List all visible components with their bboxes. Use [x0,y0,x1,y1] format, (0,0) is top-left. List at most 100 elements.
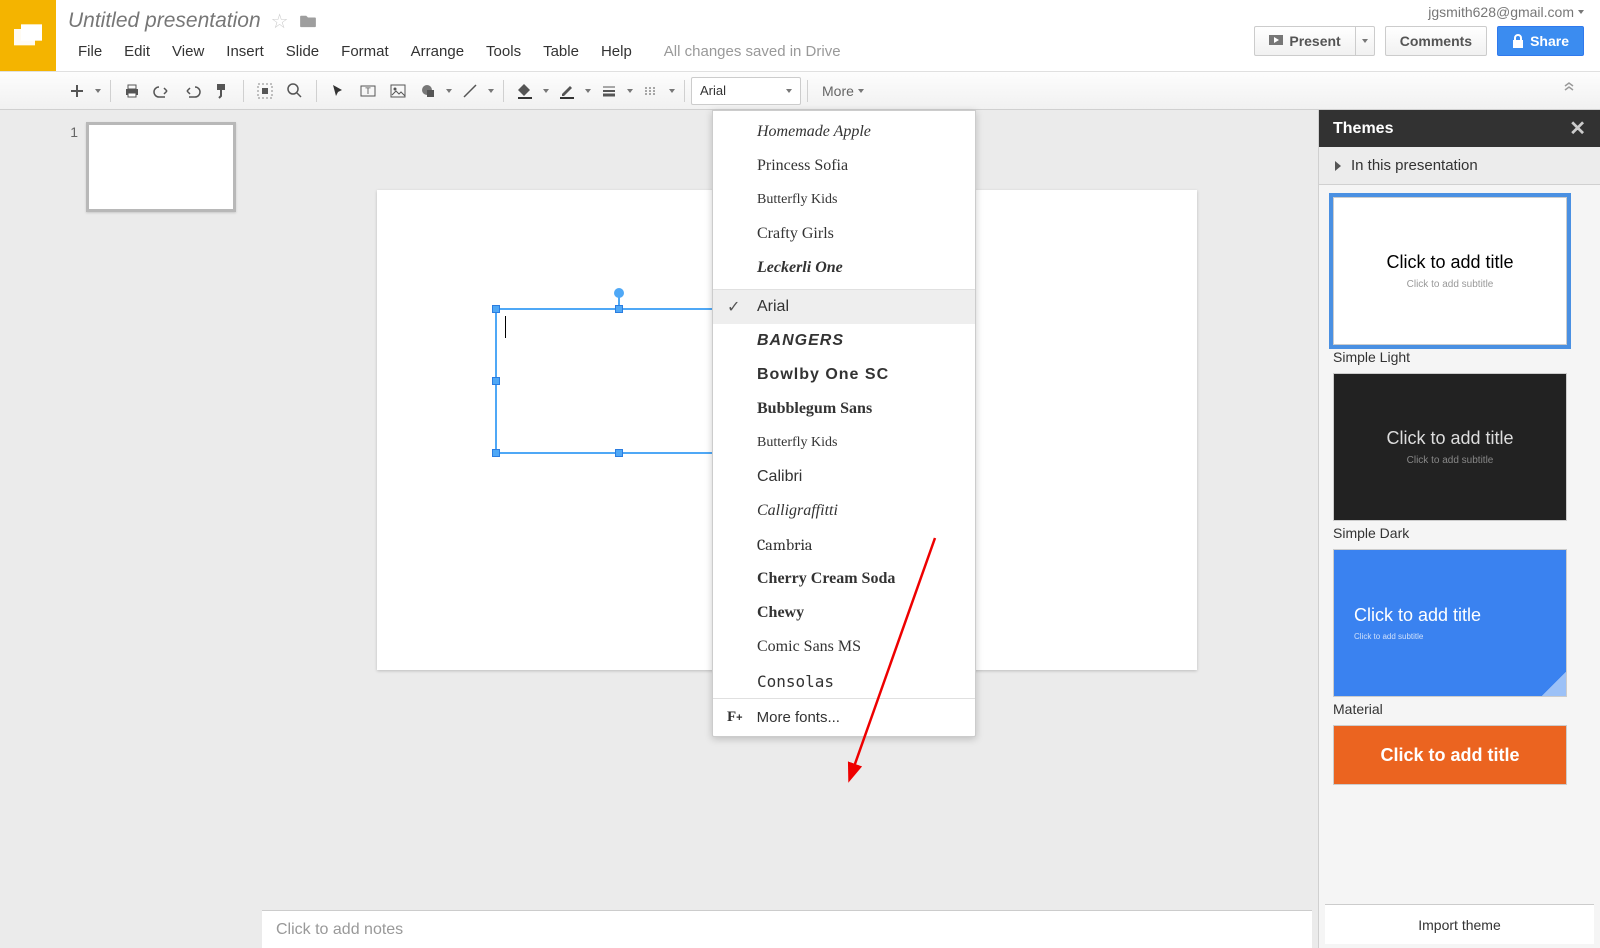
font-option-butterfly-kids-2[interactable]: Butterfly Kids [713,426,975,460]
fill-color-button[interactable] [510,77,540,105]
filmstrip: 1 [0,110,256,948]
present-button[interactable]: Present [1254,26,1355,56]
menu-format[interactable]: Format [331,39,399,64]
menu-file[interactable]: File [68,39,112,64]
user-email-text: jgsmith628@gmail.com [1428,4,1574,20]
themes-list: Click to add title Click to add subtitle… [1319,185,1600,904]
font-option-princess-sofia[interactable]: Princess Sofia [713,149,975,183]
font-option-consolas[interactable]: Consolas [713,664,975,698]
theme-label: Material [1333,701,1586,717]
font-option-calligraffitti[interactable]: Calligraffitti [713,494,975,528]
redo-button[interactable] [177,77,207,105]
line-weight-dropdown[interactable] [624,89,636,93]
menu-arrange[interactable]: Arrange [401,39,474,64]
toolbar-more[interactable]: More [814,83,872,99]
font-option-cambria[interactable]: Cambria [713,528,975,562]
app-header: Untitled presentation ☆ File Edit View I… [0,0,1600,72]
close-icon[interactable]: ✕ [1569,116,1586,141]
theme-title: Click to add title [1386,252,1513,273]
line-tool[interactable] [455,77,485,105]
line-dash-button[interactable] [636,77,666,105]
font-option-butterfly-kids[interactable]: Butterfly Kids [713,183,975,217]
font-option-chewy[interactable]: Chewy [713,596,975,630]
font-option-leckerli-one[interactable]: Leckerli One [713,251,975,285]
font-selector[interactable]: Arial [691,77,801,105]
resize-handle-w[interactable] [492,377,500,385]
svg-text:T: T [365,86,371,96]
theme-orange[interactable]: Click to add title [1333,725,1567,785]
font-option-comic-sans[interactable]: Comic Sans MS [713,630,975,664]
menu-edit[interactable]: Edit [114,39,160,64]
menu-bar: File Edit View Insert Slide Format Arran… [68,36,1226,66]
folder-icon[interactable] [299,14,317,28]
shape-dropdown[interactable] [443,89,455,93]
font-option-calibri[interactable]: Calibri [713,460,975,494]
theme-material[interactable]: Click to add title Click to add subtitle [1333,549,1567,697]
slide-thumbnail[interactable] [86,122,236,212]
chevron-down-icon [786,89,792,93]
menu-slide[interactable]: Slide [276,39,329,64]
line-weight-button[interactable] [594,77,624,105]
toolbar: T Arial More [0,72,1600,110]
theme-simple-dark[interactable]: Click to add title Click to add subtitle [1333,373,1567,521]
resize-handle-sw[interactable] [492,449,500,457]
menu-insert[interactable]: Insert [216,39,274,64]
chevron-down-icon [1578,10,1584,14]
menu-help[interactable]: Help [591,39,642,64]
fill-dropdown[interactable] [540,89,552,93]
user-account[interactable]: jgsmith628@gmail.com [1428,4,1584,20]
fit-button[interactable] [250,77,280,105]
collapse-toolbar-icon[interactable] [1562,81,1576,100]
line-color-dropdown[interactable] [582,89,594,93]
slide-number: 1 [70,122,78,212]
in-this-presentation-toggle[interactable]: In this presentation [1319,147,1600,185]
paint-format-button[interactable] [207,77,237,105]
line-color-button[interactable] [552,77,582,105]
rotate-handle[interactable] [614,288,624,298]
line-dash-dropdown[interactable] [666,89,678,93]
share-button[interactable]: Share [1497,26,1584,56]
undo-button[interactable] [147,77,177,105]
app-logo[interactable] [0,0,56,71]
theme-title: Click to add title [1380,745,1519,766]
zoom-button[interactable] [280,77,310,105]
chevron-down-icon [1362,39,1368,43]
font-option-arial[interactable]: ✓Arial [713,290,975,324]
menu-view[interactable]: View [162,39,214,64]
font-option-bangers[interactable]: BANGERS [713,324,975,358]
line-dropdown[interactable] [485,89,497,93]
themes-header: Themes ✕ [1319,110,1600,147]
check-icon: ✓ [727,297,740,317]
text-box[interactable] [495,308,743,454]
speaker-notes[interactable]: Click to add notes [262,910,1312,948]
font-option-bowlby[interactable]: Bowlby One SC [713,358,975,392]
menu-table[interactable]: Table [533,39,589,64]
star-icon[interactable]: ☆ [271,9,289,34]
font-option-homemade-apple[interactable]: Homemade Apple [713,115,975,149]
themes-panel: Themes ✕ In this presentation Click to a… [1318,110,1600,948]
font-option-cherry-cream[interactable]: Cherry Cream Soda [713,562,975,596]
doc-title[interactable]: Untitled presentation [68,9,261,33]
menu-tools[interactable]: Tools [476,39,531,64]
play-icon [1269,35,1283,47]
font-plus-icon: F+ [727,709,743,726]
present-dropdown[interactable] [1356,26,1375,56]
font-all-list[interactable]: ✓Arial BANGERS Bowlby One SC Bubblegum S… [713,290,975,698]
more-fonts-button[interactable]: F+ More fonts... [713,698,975,736]
resize-handle-nw[interactable] [492,305,500,313]
comments-button[interactable]: Comments [1385,26,1487,56]
print-button[interactable] [117,77,147,105]
font-option-crafty-girls[interactable]: Crafty Girls [713,217,975,251]
select-tool[interactable] [323,77,353,105]
shape-tool[interactable] [413,77,443,105]
resize-handle-n[interactable] [615,305,623,313]
image-tool[interactable] [383,77,413,105]
resize-handle-s[interactable] [615,449,623,457]
font-selector-label: Arial [700,83,726,98]
new-slide-dropdown[interactable] [92,89,104,93]
theme-simple-light[interactable]: Click to add title Click to add subtitle [1333,197,1567,345]
import-theme-button[interactable]: Import theme [1325,904,1594,944]
textbox-tool[interactable]: T [353,77,383,105]
font-option-bubblegum[interactable]: Bubblegum Sans [713,392,975,426]
new-slide-button[interactable] [62,77,92,105]
